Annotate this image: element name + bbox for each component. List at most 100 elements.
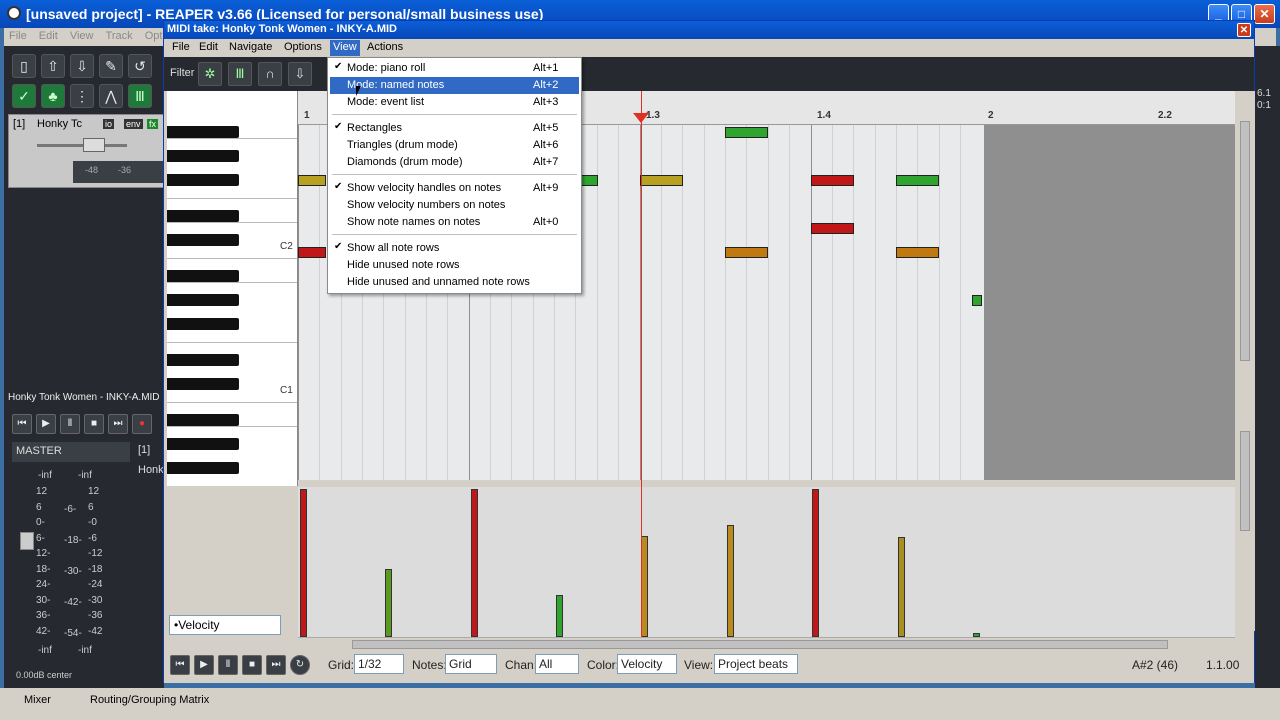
black-key[interactable] (167, 270, 239, 282)
menu-item-velocity-numbers[interactable]: Show velocity numbers on notes (330, 197, 579, 214)
midi-stop-icon[interactable]: ■ (242, 655, 262, 675)
midi-note[interactable] (298, 175, 326, 186)
black-key[interactable] (167, 438, 239, 450)
velocity-bar[interactable] (641, 536, 648, 637)
grid-icon[interactable]: ⋮ (70, 84, 94, 108)
midi-menu-view[interactable]: View (330, 40, 360, 56)
filter-button[interactable]: Filter (170, 67, 194, 79)
vertical-scrollbar[interactable] (1235, 91, 1255, 631)
menu-track[interactable]: Track (106, 30, 133, 42)
menu-edit[interactable]: Edit (39, 30, 58, 42)
undo-icon[interactable]: ↺ (128, 54, 152, 78)
save-project-icon[interactable]: ⇩ (70, 54, 94, 78)
midi-note[interactable] (640, 175, 683, 186)
record-icon[interactable]: ● (132, 414, 152, 434)
menu-item-triangles[interactable]: Triangles (drum mode) Alt+6 (330, 137, 579, 154)
master-volume-fader[interactable] (20, 532, 34, 550)
view-select[interactable]: Project beats (714, 654, 798, 674)
black-key[interactable] (167, 150, 239, 162)
cc-lane-select[interactable]: •Velocity (169, 615, 281, 635)
midi-note[interactable] (811, 175, 854, 186)
velocity-bar[interactable] (471, 489, 478, 637)
black-key[interactable] (167, 462, 239, 474)
midi-go-end-icon[interactable]: ⏭ (266, 655, 286, 675)
midi-note[interactable] (972, 295, 982, 306)
menu-item-diamonds[interactable]: Diamonds (drum mode) Alt+7 (330, 154, 579, 171)
event-filter-icon[interactable]: ✲ (198, 62, 222, 86)
env-button[interactable]: env (124, 119, 143, 129)
midi-note[interactable] (725, 127, 768, 138)
menu-item-hide-unused-unnamed-rows[interactable]: Hide unused and unnamed note rows (330, 274, 579, 291)
menu-item-mode-named-notes[interactable]: Mode: named notes Alt+2 (330, 77, 579, 94)
chan-select[interactable]: All (535, 654, 579, 674)
black-key[interactable] (167, 126, 239, 138)
snap-magnet-icon[interactable]: ∩ (258, 62, 282, 86)
black-key[interactable] (167, 210, 239, 222)
quantize-icon[interactable]: ⇩ (288, 62, 312, 86)
black-key[interactable] (167, 234, 239, 246)
midi-note[interactable] (896, 247, 939, 258)
midi-menu-file[interactable]: File (172, 41, 190, 53)
piano-roll-icon[interactable]: Ⅲ (228, 62, 252, 86)
open-project-icon[interactable]: ⇧ (41, 54, 65, 78)
black-key[interactable] (167, 414, 239, 426)
menu-item-mode-event-list[interactable]: Mode: event list Alt+3 (330, 94, 579, 111)
horizontal-scroll-thumb[interactable] (352, 640, 1168, 649)
piano-keyboard[interactable]: C2 C1 (167, 91, 298, 486)
menu-item-rectangles[interactable]: ✔ Rectangles Alt+5 (330, 120, 579, 137)
grid-select[interactable]: 1/32 (354, 654, 404, 674)
black-key[interactable] (167, 294, 239, 306)
midi-menu-options[interactable]: Options (284, 41, 322, 53)
midi-pause-icon[interactable]: Ⅱ (218, 655, 238, 675)
new-project-icon[interactable]: ▯ (12, 54, 36, 78)
midi-menu-edit[interactable]: Edit (199, 41, 218, 53)
go-start-icon[interactable]: ⏮ (12, 414, 32, 434)
settings-icon[interactable]: ✎ (99, 54, 123, 78)
midi-note[interactable] (580, 175, 598, 186)
midi-note[interactable] (811, 223, 854, 234)
menu-view[interactable]: View (70, 30, 94, 42)
menu-options[interactable]: Opti (145, 30, 165, 42)
track-volume-knob[interactable] (83, 138, 105, 152)
fx-button[interactable]: fx (147, 119, 159, 129)
midi-close-button[interactable]: ✕ (1237, 23, 1251, 37)
go-end-icon[interactable]: ⏭ (108, 414, 128, 434)
pause-icon[interactable]: Ⅱ (60, 414, 80, 434)
notes-select[interactable]: Grid (445, 654, 497, 674)
horizontal-scrollbar[interactable] (298, 637, 1235, 651)
tab-mixer[interactable]: Mixer (24, 694, 51, 706)
stop-icon[interactable]: ■ (84, 414, 104, 434)
menu-item-show-all-rows[interactable]: ✔ Show all note rows (330, 240, 579, 257)
black-key[interactable] (167, 318, 239, 330)
track-1-header[interactable]: [1] Honky Tc io env fx -48 -36 (8, 114, 164, 188)
lane-scroll-thumb[interactable] (1240, 431, 1250, 531)
io-button[interactable]: io (103, 119, 115, 129)
trim-icon[interactable]: ♣ (41, 84, 65, 108)
velocity-bar[interactable] (385, 569, 392, 637)
midi-menu-actions[interactable]: Actions (367, 41, 403, 53)
color-select[interactable]: Velocity (617, 654, 677, 674)
vertical-scroll-thumb[interactable] (1240, 121, 1250, 361)
track-name[interactable]: Honky Tc (37, 118, 82, 130)
midi-note[interactable] (725, 247, 768, 258)
velocity-bar[interactable] (812, 489, 819, 637)
menu-item-mode-piano-roll[interactable]: ✔ Mode: piano roll Alt+1 (330, 60, 579, 77)
play-icon[interactable]: ▶ (36, 414, 56, 434)
midi-note[interactable] (896, 175, 939, 186)
menu-item-velocity-handles[interactable]: ✔ Show velocity handles on notes Alt+9 (330, 180, 579, 197)
close-button[interactable]: ✕ (1254, 4, 1275, 24)
black-key[interactable] (167, 354, 239, 366)
menu-file[interactable]: File (9, 30, 27, 42)
midi-go-start-icon[interactable]: ⏮ (170, 655, 190, 675)
menu-item-hide-unused-rows[interactable]: Hide unused note rows (330, 257, 579, 274)
midi-loop-icon[interactable]: ↻ (290, 655, 310, 675)
velocity-bar[interactable] (898, 537, 905, 637)
midi-play-icon[interactable]: ▶ (194, 655, 214, 675)
metronome-icon[interactable]: ✓ (12, 84, 36, 108)
track-volume-slider[interactable] (37, 144, 127, 147)
velocity-bar[interactable] (727, 525, 734, 637)
envelope-icon[interactable]: ⋀ (99, 84, 123, 108)
black-key[interactable] (167, 174, 239, 186)
black-key[interactable] (167, 378, 239, 390)
menu-item-note-names[interactable]: Show note names on notes Alt+0 (330, 214, 579, 231)
